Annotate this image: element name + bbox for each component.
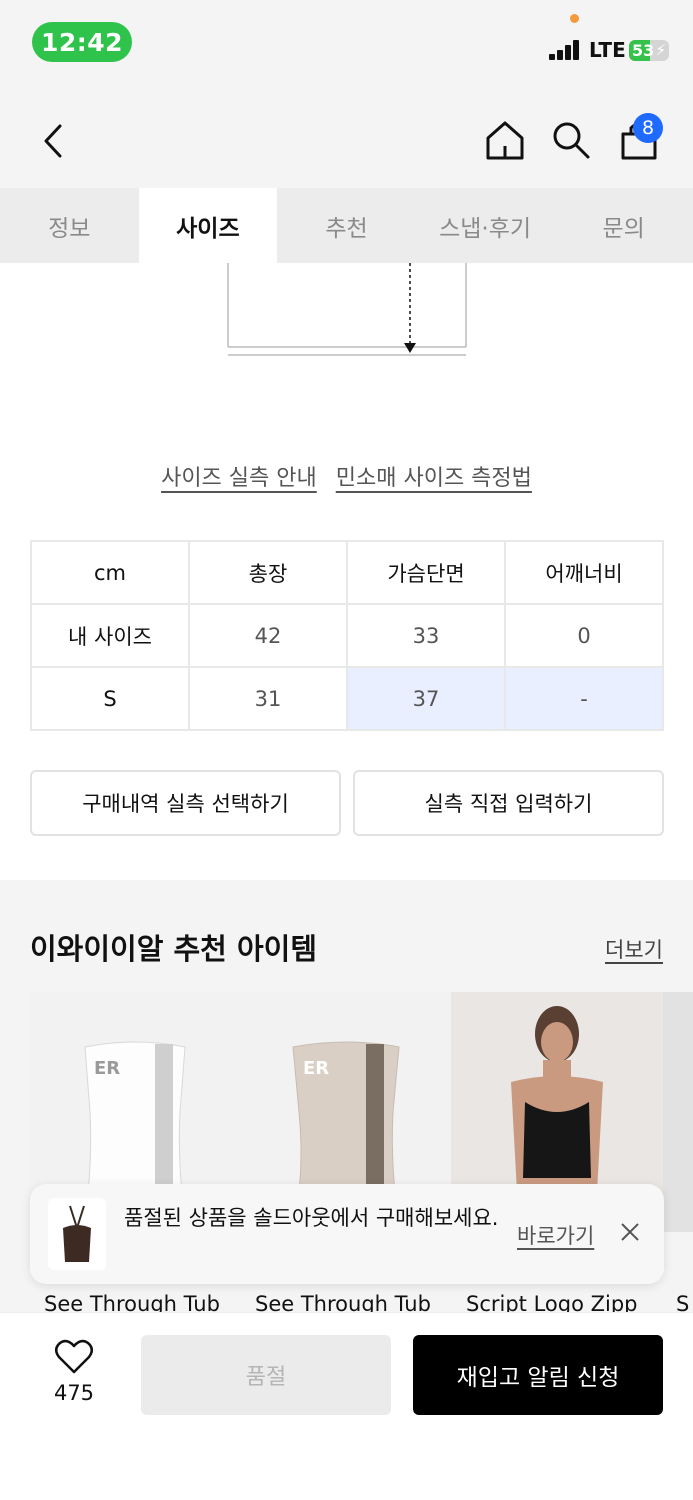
soldout-button[interactable]: 품절 bbox=[141, 1335, 391, 1415]
product-image[interactable] bbox=[663, 992, 693, 1232]
bottom-action-bar: 475 품절 재입고 알림 신청 bbox=[0, 1312, 693, 1500]
section-tabs: 정보 사이즈 추천 스냅·후기 문의 bbox=[0, 188, 693, 263]
table-row: 내 사이즈 42 33 0 bbox=[30, 603, 664, 668]
cart-count-badge: 8 bbox=[633, 113, 663, 143]
table-header: 어깨너비 bbox=[504, 540, 664, 605]
tab-recommend[interactable]: 추천 bbox=[277, 188, 416, 263]
table-header-row: cm 총장 가슴단면 어깨너비 bbox=[30, 540, 664, 605]
tab-inquiry[interactable]: 문의 bbox=[554, 188, 693, 263]
table-cell: 42 bbox=[188, 603, 348, 668]
heart-icon[interactable] bbox=[54, 1339, 94, 1375]
svg-text:ER: ER bbox=[303, 1058, 329, 1079]
more-link[interactable]: 더보기 bbox=[605, 934, 663, 964]
table-header: 총장 bbox=[188, 540, 348, 605]
search-icon[interactable] bbox=[551, 120, 591, 160]
tab-size[interactable]: 사이즈 bbox=[138, 188, 278, 263]
restock-alert-button[interactable]: 재입고 알림 신청 bbox=[413, 1335, 663, 1415]
toast-message: 품절된 상품을 솔드아웃에서 구매해보세요. bbox=[124, 1206, 499, 1230]
network-label: LTE bbox=[589, 38, 626, 62]
table-row: S 31 37 - bbox=[30, 666, 664, 731]
size-diagram bbox=[227, 263, 467, 356]
status-time: 12:42 bbox=[32, 22, 132, 62]
header: 12:42 LTE 53 ⚡ 8 bbox=[0, 0, 693, 188]
select-purchase-measure-button[interactable]: 구매내역 실측 선택하기 bbox=[30, 770, 341, 836]
toast-product-thumbnail bbox=[48, 1198, 106, 1270]
svg-text:ER: ER bbox=[94, 1058, 120, 1079]
table-cell: 37 bbox=[346, 666, 506, 731]
table-cell: 31 bbox=[188, 666, 348, 731]
table-header: 가슴단면 bbox=[346, 540, 506, 605]
close-icon[interactable] bbox=[618, 1220, 642, 1244]
tab-info[interactable]: 정보 bbox=[0, 188, 139, 263]
tab-snap-review[interactable]: 스냅·후기 bbox=[416, 188, 555, 263]
battery-icon: 53 ⚡ bbox=[629, 40, 669, 61]
table-header: cm bbox=[30, 540, 190, 605]
recommend-title: 이와이이알 추천 아이템 bbox=[30, 932, 317, 966]
signal-icon bbox=[549, 40, 583, 60]
table-cell: 0 bbox=[504, 603, 664, 668]
table-cell: 33 bbox=[346, 603, 506, 668]
sleeveless-measure-link[interactable]: 민소매 사이즈 측정법 bbox=[336, 466, 532, 491]
battery-level: 53 bbox=[632, 41, 655, 60]
row-label: S bbox=[30, 666, 190, 731]
size-table: cm 총장 가슴단면 어깨너비 내 사이즈 42 33 0 S 31 37 - bbox=[30, 540, 664, 731]
table-cell: - bbox=[504, 666, 664, 731]
toast-go-link[interactable]: 바로가기 bbox=[517, 1220, 594, 1250]
row-label: 내 사이즈 bbox=[30, 603, 190, 668]
size-guide-link[interactable]: 사이즈 실측 안내 bbox=[161, 466, 317, 491]
like-count: 475 bbox=[53, 1381, 95, 1405]
soldout-toast: 품절된 상품을 솔드아웃에서 구매해보세요. 바로가기 bbox=[30, 1184, 664, 1284]
enter-measure-button[interactable]: 실측 직접 입력하기 bbox=[353, 770, 664, 836]
chevron-left-icon[interactable] bbox=[38, 120, 68, 162]
privacy-indicator bbox=[570, 14, 579, 23]
size-guide-links: 사이즈 실측 안내 민소매 사이즈 측정법 bbox=[0, 460, 693, 492]
home-icon[interactable] bbox=[484, 118, 526, 162]
measure-buttons: 구매내역 실측 선택하기 실측 직접 입력하기 bbox=[30, 770, 664, 836]
